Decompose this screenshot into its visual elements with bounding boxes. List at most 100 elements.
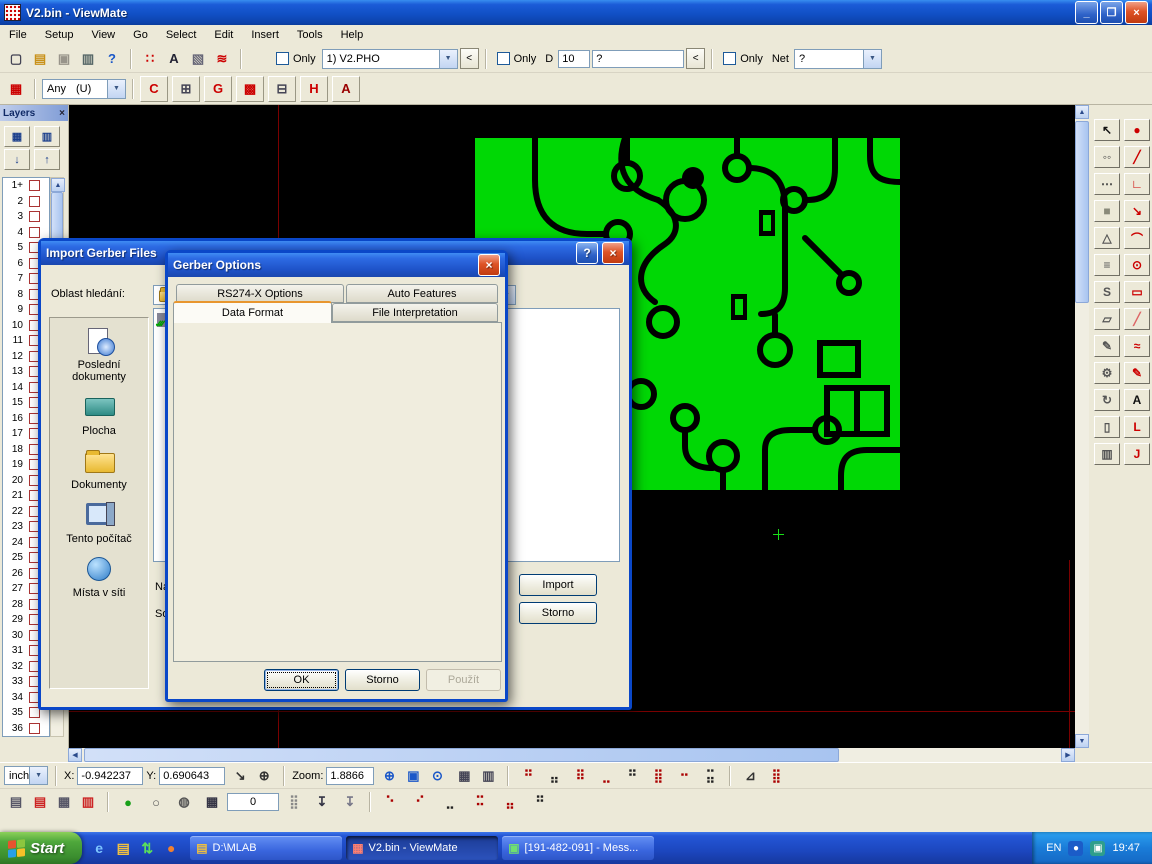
stack-icon[interactable]: ▦ — [52, 791, 76, 813]
tab-data-format[interactable]: Data Format — [173, 301, 332, 323]
layer-swatch[interactable] — [29, 180, 40, 191]
probe-alt-icon[interactable]: ◍ — [172, 791, 196, 813]
fill-tool-icon[interactable]: ■ — [1094, 200, 1120, 222]
dcode-pattern-icon[interactable]: ⠿ — [568, 765, 592, 787]
folder-quick-icon[interactable]: ▤ — [114, 839, 132, 857]
outline-tool-icon[interactable]: ▯ — [1094, 416, 1120, 438]
gerber-options-titlebar[interactable]: Gerber Options × — [168, 253, 505, 277]
aperture-list-icon[interactable]: A — [162, 48, 186, 70]
rotate-tool-icon[interactable]: ↻ — [1094, 389, 1120, 411]
arc-tool-icon[interactable]: ⌒ — [1124, 227, 1150, 249]
zoom-window-icon[interactable]: ▣ — [401, 765, 425, 787]
grid-alt-icon[interactable]: ▥ — [476, 765, 500, 787]
dcode-pattern-icon[interactable]: ⠛ — [620, 765, 644, 787]
ok-button[interactable]: OK — [264, 669, 339, 691]
scroll-right-icon[interactable]: ▶ — [1061, 748, 1075, 762]
menu-item[interactable]: Tools — [288, 27, 332, 43]
dcode-grid-icon[interactable]: ∷ — [138, 48, 162, 70]
dcode-filter-field[interactable]: ? — [592, 50, 684, 68]
hscroll-thumb[interactable] — [84, 748, 839, 762]
browser-icon[interactable]: ● — [162, 839, 180, 857]
canvas-vscrollbar[interactable]: ▲ ▼ — [1075, 105, 1089, 748]
vector-tool-icon[interactable]: ↘ — [1124, 200, 1150, 222]
dcode-pattern-icon[interactable]: ⣿ — [646, 765, 670, 787]
move-layer-down-icon[interactable]: ↓ — [4, 149, 30, 170]
cancel-button[interactable]: Storno — [519, 602, 597, 624]
l-shape-tool-icon[interactable]: L — [1124, 416, 1150, 438]
menu-item[interactable]: Setup — [36, 27, 83, 43]
app-tray-icon[interactable]: ▣ — [1090, 841, 1105, 856]
cancel-button[interactable]: Storno — [345, 669, 420, 691]
list-report-icon[interactable]: ▤ — [4, 791, 28, 813]
scroll-down-icon[interactable]: ▼ — [1075, 734, 1089, 748]
close-button[interactable]: × — [1125, 1, 1148, 24]
prev-dcode-button[interactable]: < — [686, 48, 705, 69]
c-tool-icon[interactable]: C — [140, 76, 168, 102]
import-button[interactable]: Import — [519, 574, 597, 596]
text-tool-icon[interactable]: A — [1124, 389, 1150, 411]
origin-target-icon[interactable]: ⊕ — [252, 765, 276, 787]
menu-item[interactable]: File — [0, 27, 36, 43]
h-tool-icon[interactable]: H — [300, 76, 328, 102]
layer-table-icon[interactable]: ▦ — [4, 126, 30, 147]
swap-frames-icon[interactable]: ⊞ — [172, 76, 200, 102]
pattern-icon[interactable]: ⣿ — [764, 765, 788, 787]
dcode-pattern-icon[interactable]: ⣭ — [698, 765, 722, 787]
line-tool-icon[interactable]: ╱ — [1124, 146, 1150, 168]
taskbar-task-button[interactable]: ▣ [191-482-091] - Mess... — [502, 836, 654, 860]
net-combo[interactable]: ? ▼ — [794, 49, 882, 69]
list-marked-icon[interactable]: ▤ — [28, 791, 52, 813]
rect-tool-icon[interactable]: ▭ — [1124, 281, 1150, 303]
place-recent-documents[interactable]: Poslední dokumenty — [53, 326, 145, 383]
new-file-icon[interactable]: ▢ — [4, 48, 28, 70]
grid-icon[interactable]: ▦ — [452, 765, 476, 787]
only-layer-checkbox[interactable] — [276, 52, 289, 65]
place-desktop[interactable]: Plocha — [53, 392, 145, 437]
open-folder-icon[interactable]: ▤ — [28, 48, 52, 70]
start-button[interactable]: Start — [0, 832, 82, 864]
place-my-computer[interactable]: Tento počítač — [53, 500, 145, 545]
menu-item[interactable]: View — [82, 27, 124, 43]
drop-anchor-alt-icon[interactable]: ↧ — [338, 791, 362, 813]
hatch-tool-icon[interactable]: ≡ — [1094, 254, 1120, 276]
zoom-point-icon[interactable]: ⊙ — [425, 765, 449, 787]
text-a-icon[interactable]: A — [332, 76, 360, 102]
internet-explorer-icon[interactable]: e — [90, 839, 108, 857]
menu-item[interactable]: Select — [157, 27, 206, 43]
stack-marked-icon[interactable]: ▥ — [76, 791, 100, 813]
trace-tool-icon[interactable]: ≈ — [1124, 335, 1150, 357]
dcode-pattern-icon[interactable]: ⠛ — [516, 765, 540, 787]
menu-item[interactable]: Edit — [205, 27, 242, 43]
chevron-down-icon[interactable]: ▼ — [863, 50, 881, 68]
status-light-icon[interactable]: ● — [116, 791, 140, 813]
chevron-down-icon[interactable]: ▼ — [107, 80, 125, 98]
unit-combo[interactable]: inch ▼ — [4, 766, 48, 785]
aperture-pattern-icon[interactable]: ⠊ — [408, 791, 432, 813]
frame-select-icon[interactable]: ▧ — [186, 48, 210, 70]
dcode-pattern-icon[interactable]: ⣤ — [542, 765, 566, 787]
pad-tool-icon[interactable]: ● — [1124, 119, 1150, 141]
dcode-field[interactable]: 10 — [558, 50, 590, 68]
print-icon[interactable]: ▥ — [76, 48, 100, 70]
close-icon[interactable]: × — [59, 108, 65, 119]
aperture-pattern-icon[interactable]: ⣀ — [438, 791, 462, 813]
g-tool-icon[interactable]: G — [204, 76, 232, 102]
tab-file-interpretation[interactable]: File Interpretation — [332, 303, 498, 322]
aperture-filter-combo[interactable]: Any (U) ▼ — [42, 79, 126, 99]
taskbar-task-button[interactable]: ▤ D:\MLAB — [190, 836, 342, 860]
drop-anchor-icon[interactable]: ↧ — [310, 791, 334, 813]
chevron-down-icon[interactable]: ▼ — [439, 50, 457, 68]
triangle-tool-icon[interactable]: △ — [1094, 227, 1120, 249]
layer-swatch[interactable] — [29, 196, 40, 207]
place-documents[interactable]: Dokumenty — [53, 446, 145, 491]
only-dcode-checkbox[interactable] — [497, 52, 510, 65]
spline-tool-icon[interactable]: S — [1094, 281, 1120, 303]
sync-arrows-icon[interactable]: ⇅ — [138, 839, 156, 857]
vscroll-thumb[interactable] — [1075, 121, 1089, 303]
canvas-hscrollbar[interactable]: ◀ ▶ — [68, 748, 1075, 762]
menu-item[interactable]: Help — [332, 27, 373, 43]
prev-layer-button[interactable]: < — [460, 48, 479, 69]
aperture-pattern-icon[interactable]: ⠛ — [528, 791, 552, 813]
help-button[interactable]: ? — [576, 242, 598, 264]
sketch-tool-icon[interactable]: ✎ — [1094, 335, 1120, 357]
